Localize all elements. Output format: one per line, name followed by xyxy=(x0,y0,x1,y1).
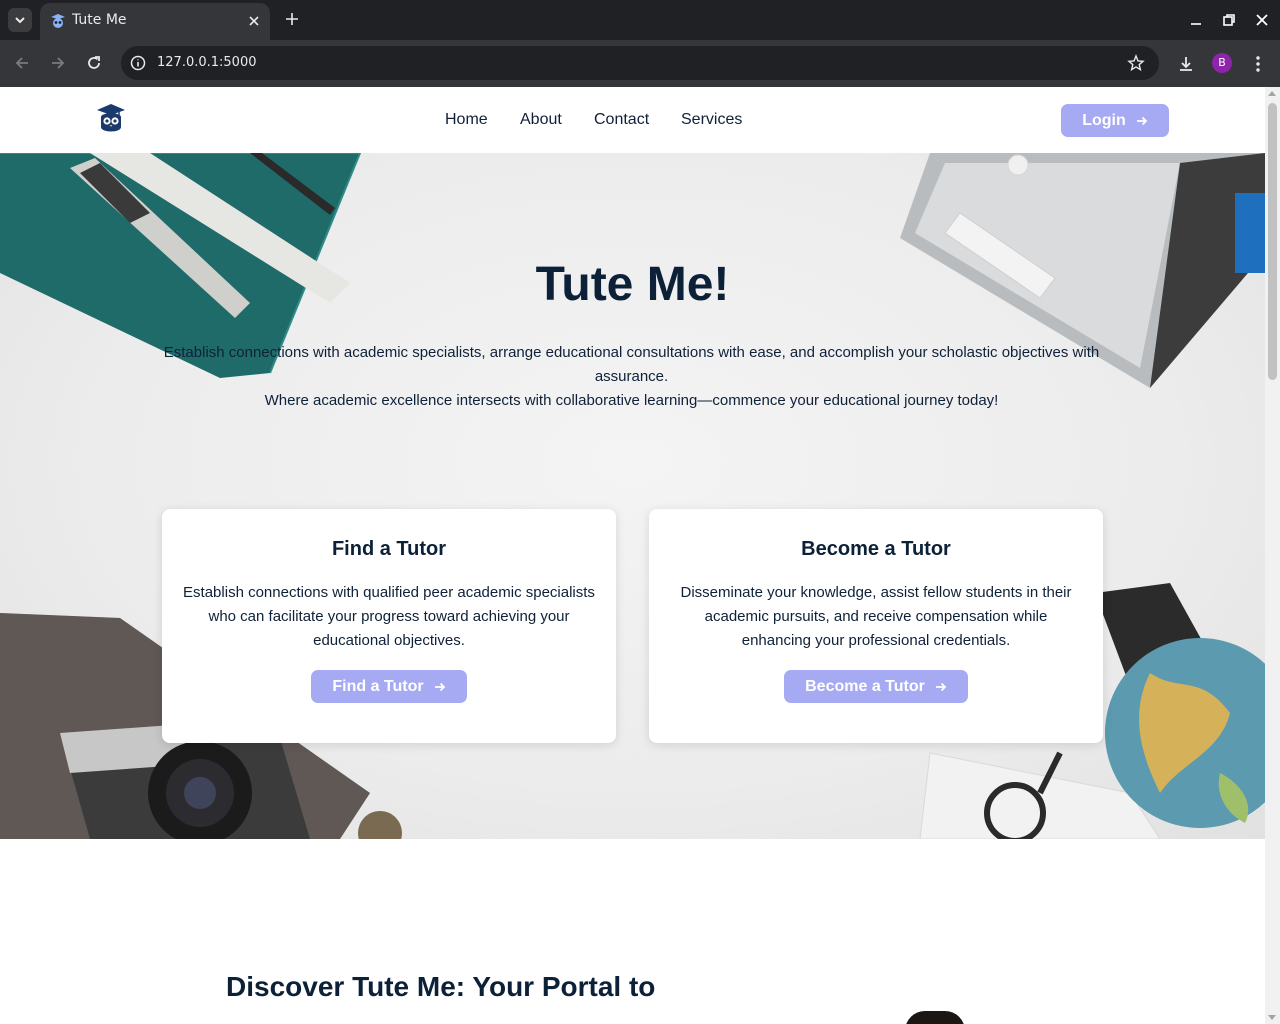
plus-icon[interactable] xyxy=(284,11,300,27)
card-title: Find a Tutor xyxy=(331,538,447,560)
site-info-icon[interactable] xyxy=(129,54,147,72)
scroll-up-icon[interactable] xyxy=(1268,91,1276,96)
become-tutor-card: Become a Tutor Disseminate your knowledg… xyxy=(649,509,1103,743)
url-text: 127.0.0.1:5000 xyxy=(157,55,257,70)
become-tutor-button-label: Become a Tutor xyxy=(805,677,925,695)
become-tutor-button[interactable]: Become a Tutor xyxy=(784,670,968,703)
page-scrollbar[interactable] xyxy=(1265,87,1280,1024)
hero-subtitle-line2: Where academic excellence intersects wit… xyxy=(264,392,999,409)
nav-home[interactable]: Home xyxy=(445,111,488,129)
arrow-right-icon xyxy=(935,682,947,691)
hero-section: Tute Me! Establish connections with acad… xyxy=(0,153,1265,839)
page-viewport: Home About Contact Services Login Tute M… xyxy=(0,87,1265,1024)
find-tutor-button-label: Find a Tutor xyxy=(332,677,424,695)
close-icon[interactable] xyxy=(246,13,262,29)
tab-title: Tute Me xyxy=(72,12,127,28)
find-tutor-button[interactable]: Find a Tutor xyxy=(311,670,467,703)
reload-icon[interactable] xyxy=(85,54,103,72)
back-arrow-icon[interactable] xyxy=(13,54,31,72)
download-icon[interactable] xyxy=(1176,54,1196,74)
login-button-label: Login xyxy=(1082,111,1126,129)
nav-services[interactable]: Services xyxy=(681,111,742,129)
profile-avatar[interactable]: B xyxy=(1212,53,1232,73)
hero-title: Tute Me! xyxy=(535,258,730,311)
kebab-menu-icon[interactable] xyxy=(1248,54,1268,74)
restore-icon[interactable] xyxy=(1221,12,1237,28)
browser-tab[interactable]: Tute Me xyxy=(40,3,270,40)
tab-list-button[interactable] xyxy=(8,8,32,32)
site-header: Home About Contact Services Login xyxy=(0,87,1265,153)
card-text: Disseminate your knowledge, assist fello… xyxy=(680,584,1072,649)
hero-subtitle: Establish connections with academic spec… xyxy=(150,341,1113,413)
close-window-icon[interactable] xyxy=(1254,12,1270,28)
nav-about[interactable]: About xyxy=(520,111,562,129)
arrow-right-icon xyxy=(1136,116,1148,125)
browser-toolbar: 127.0.0.1:5000 xyxy=(0,40,1280,87)
browser-tab-strip: Tute Me xyxy=(0,0,1280,40)
tab-list-icon xyxy=(15,17,25,24)
star-icon[interactable] xyxy=(1127,54,1145,72)
discover-image xyxy=(905,1011,965,1024)
arrow-right-icon xyxy=(434,682,445,691)
scroll-down-icon[interactable] xyxy=(1268,1015,1276,1020)
forward-arrow-icon[interactable] xyxy=(49,54,67,72)
find-tutor-card: Find a Tutor Establish connections with … xyxy=(162,509,616,743)
login-button[interactable]: Login xyxy=(1061,104,1169,137)
minimize-icon[interactable] xyxy=(1188,12,1204,28)
scroll-thumb[interactable] xyxy=(1268,103,1277,380)
card-text: Establish connections with qualified pee… xyxy=(183,584,595,649)
discover-section-title: Discover Tute Me: Your Portal to xyxy=(226,971,656,1002)
hero-subtitle-line1: Establish connections with academic spec… xyxy=(163,344,1100,385)
address-bar[interactable]: 127.0.0.1:5000 xyxy=(121,46,1159,80)
owl-favicon-icon xyxy=(51,14,65,28)
card-title: Become a Tutor xyxy=(801,538,951,560)
nav-contact[interactable]: Contact xyxy=(594,111,649,129)
